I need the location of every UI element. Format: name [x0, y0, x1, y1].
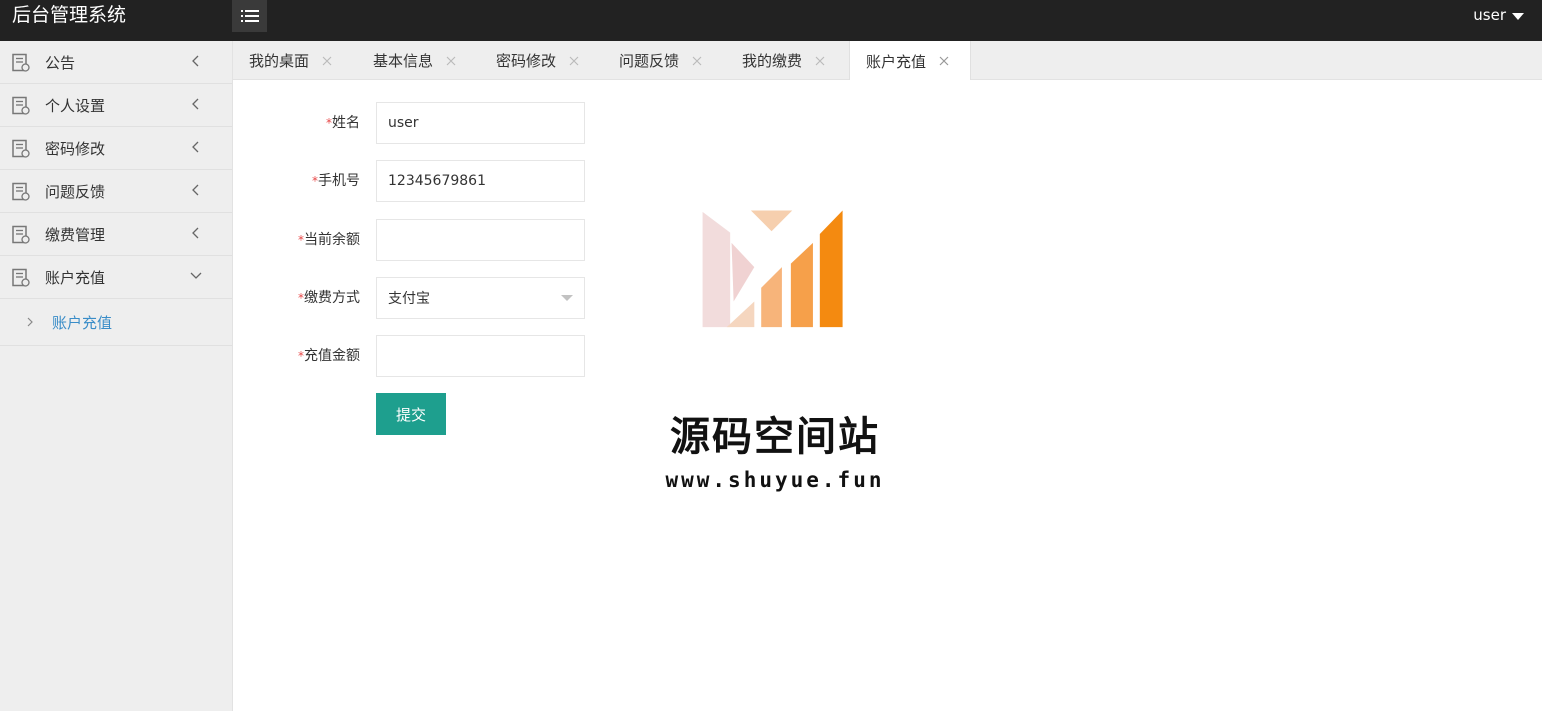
watermark-text: 源码空间站	[670, 414, 880, 460]
close-icon[interactable]	[814, 55, 826, 67]
tab-bar: 我的桌面 基本信息 密码修改 问题反馈 我的缴费 账户充值	[233, 41, 1542, 81]
sidebar-item-payment[interactable]: 缴费管理	[0, 213, 232, 256]
tab-feedback[interactable]: 问题反馈	[619, 41, 703, 80]
caret-down-icon	[1512, 12, 1524, 20]
tab-recharge[interactable]: 账户充值	[849, 41, 971, 81]
sidebar-item-label: 密码修改	[45, 140, 106, 158]
document-icon	[12, 96, 30, 115]
document-icon	[12, 139, 30, 158]
form-row-name: *姓名	[233, 102, 833, 144]
tab-label: 我的桌面	[249, 52, 310, 70]
tab-my-desktop[interactable]: 我的桌面	[249, 41, 333, 80]
sidebar: 公告 个人设置 密码修改 问题反馈 缴费管理 账户充值 账户充值	[0, 41, 233, 711]
tab-label: 密码修改	[496, 52, 557, 70]
sidebar-item-label: 缴费管理	[45, 226, 106, 244]
field-label: *充值金额	[298, 348, 360, 364]
sidebar-item-label: 公告	[45, 54, 76, 72]
watermark-url: www.shuyue.fun	[665, 468, 885, 492]
form-row-phone: *手机号	[233, 160, 833, 202]
sidebar-item-label: 问题反馈	[45, 183, 106, 201]
chevron-left-icon	[192, 141, 199, 153]
document-icon	[12, 182, 30, 201]
close-icon[interactable]	[321, 55, 333, 67]
sidebar-item-password[interactable]: 密码修改	[0, 127, 232, 170]
user-menu[interactable]: user	[1473, 6, 1524, 24]
tab-label: 问题反馈	[619, 52, 680, 70]
watermark-logo	[702, 210, 843, 328]
tab-basic-info[interactable]: 基本信息	[373, 41, 457, 80]
field-label: *当前余额	[298, 232, 360, 248]
chevron-left-icon	[192, 55, 199, 67]
sidebar-item-announcement[interactable]: 公告	[0, 41, 232, 84]
sidebar-item-feedback[interactable]: 问题反馈	[0, 170, 232, 213]
chevron-right-icon	[27, 317, 33, 327]
close-icon[interactable]	[691, 55, 703, 67]
close-icon[interactable]	[938, 55, 950, 67]
close-icon[interactable]	[568, 55, 580, 67]
select-value: 支付宝	[388, 291, 430, 307]
submit-button[interactable]: 提交	[376, 393, 446, 435]
chevron-left-icon	[192, 227, 199, 239]
chevron-left-icon	[192, 184, 199, 196]
sidebar-item-label: 账户充值	[45, 269, 106, 287]
top-bar: 后台管理系统 user	[0, 0, 1542, 41]
tab-label: 账户充值	[866, 52, 927, 71]
sidebar-subitem-label: 账户充值	[52, 314, 113, 332]
tab-label: 我的缴费	[742, 52, 803, 70]
name-input[interactable]	[376, 102, 585, 144]
sidebar-item-personal-settings[interactable]: 个人设置	[0, 84, 232, 127]
payment-method-select[interactable]: 支付宝	[376, 277, 585, 319]
tab-password[interactable]: 密码修改	[496, 41, 580, 80]
tab-my-payments[interactable]: 我的缴费	[742, 41, 826, 80]
sidebar-item-label: 个人设置	[45, 97, 106, 115]
sidebar-subitem-recharge[interactable]: 账户充值	[0, 299, 232, 346]
hamburger-icon	[240, 10, 259, 22]
close-icon[interactable]	[445, 55, 457, 67]
chevron-left-icon	[192, 98, 199, 110]
dropdown-caret-icon	[561, 295, 573, 301]
amount-input[interactable]	[376, 335, 585, 377]
chevron-down-icon	[190, 272, 202, 279]
field-label: *缴费方式	[298, 290, 360, 306]
user-name: user	[1473, 6, 1506, 24]
document-icon	[12, 225, 30, 244]
field-label: *姓名	[326, 115, 360, 131]
tab-label: 基本信息	[373, 52, 434, 70]
field-label: *手机号	[312, 173, 360, 189]
app-title: 后台管理系统	[12, 4, 127, 26]
phone-input[interactable]	[376, 160, 585, 202]
balance-input[interactable]	[376, 219, 585, 261]
sidebar-item-recharge[interactable]: 账户充值	[0, 256, 232, 299]
document-icon	[12, 53, 30, 72]
menu-toggle-button[interactable]	[232, 0, 267, 32]
document-icon	[12, 268, 30, 287]
